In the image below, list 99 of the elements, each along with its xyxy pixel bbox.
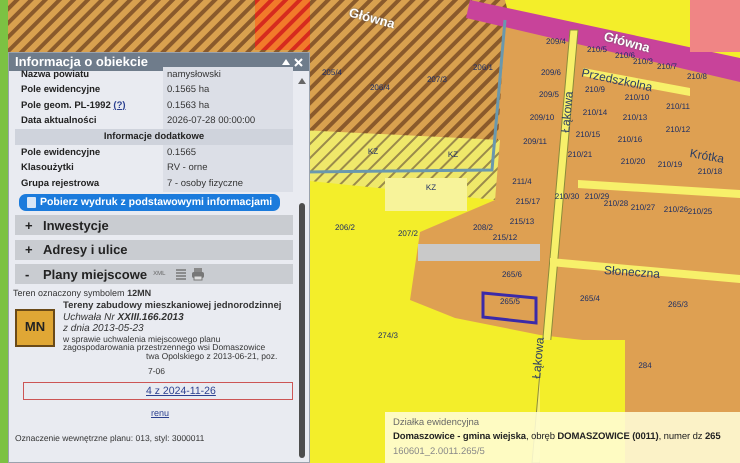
street-name: Główna [348,6,396,30]
parcel-number: 207/2 [398,230,418,238]
parcel-number: 210/26 [664,206,688,214]
date-fragment: 7-06 [147,367,166,377]
scroll-up-icon[interactable] [298,78,306,84]
street-name: Słoneczna [604,264,660,280]
field-label: Data aktualności [20,114,98,128]
collapse-icon[interactable] [282,59,290,65]
section-heading: Informacje dodatkowe [15,129,293,145]
field-value: 0.1563 ha [163,98,293,114]
panel-title: Informacja o obiekcie [15,53,148,70]
parcel-number: 210/28 [604,200,628,208]
parcel-number: 210/15 [576,131,600,139]
parcel-number: 215/13 [510,218,534,226]
expand-toggle-icon[interactable]: + [25,240,33,260]
parcel-number: 210/29 [584,193,610,201]
field-value: namysłowski [163,67,293,83]
parcel-number: 210/10 [624,94,650,102]
plan-area-symbol: Teren oznaczony symbolem 12MN [13,288,152,299]
parcel-number: 210/14 [582,109,608,117]
parcel-number: 205/4 [322,69,342,77]
zoning-symbol-badge: MN [15,308,55,347]
accordion-header[interactable]: + Adresy i ulice [15,240,293,260]
parcel-number: KZ [426,184,436,192]
field-label: Pole geom. PL-1992 (?) [20,98,127,113]
parcel-number: 215/17 [516,198,540,206]
parcel-number: 210/3 [632,58,654,66]
field-value: 7 - osoby fizyczne [163,176,293,192]
field-label: Klasoużytki [20,161,75,176]
scrollbar-thumb[interactable] [299,203,305,458]
parcel-number: 206/1 [472,64,494,72]
selected-parcel-outline [480,290,540,326]
parcel-number: 210/25 [688,208,712,216]
download-printout-button[interactable]: Pobierz wydruk z podstawowymi informacjami [19,194,280,211]
help-link[interactable]: (?) [113,100,126,111]
parcel-number: 207/3 [426,76,448,84]
parcel-number: 210/19 [658,161,682,169]
field-label: Nazwa powiatu [21,68,90,82]
field-label: Grupa rejestrowa [20,176,100,191]
parcel-number: 265/5 [500,298,520,306]
plan-internal-code: Oznaczenie wewnętrzne planu: 013, styl: 3000011 [15,434,206,444]
print-icon[interactable] [191,267,206,282]
parcel-number: 206/2 [334,224,356,232]
plan-link[interactable]: 4 z 2024-11-26 [146,384,216,397]
expand-toggle-icon[interactable]: + [25,216,33,235]
parcel-number: 210/8 [686,73,708,81]
parcel-number: 210/30 [554,193,580,201]
parcel-number: 210/12 [666,126,690,134]
parcel-number: 210/27 [630,204,656,212]
section-title: Adresy i ulice [43,241,128,259]
parcel-number: 211/4 [512,178,532,186]
parcel-number: 209/4 [546,38,566,46]
parcel-number: 210/21 [568,151,592,159]
street-name: Łąkowa [559,90,575,134]
parcel-number: 210/11 [666,103,690,111]
publication-fragment: twa Opolskiego z 2013-06-21, poz. [146,352,278,362]
parcel-number: 210/5 [586,46,608,54]
parcel-number: 210/20 [620,158,646,166]
street-name: Łąkowa [530,336,546,380]
parcel-number: 210/13 [622,114,648,122]
field-value: 0.1565 ha [163,82,293,98]
parcel-number: 265/4 [580,295,600,303]
field-label: Pole ewidencyjne [20,83,102,98]
parcel-number: KZ [368,148,378,156]
parcel-number: 215/12 [492,234,518,242]
plan-link[interactable]: renu [151,408,170,418]
resolution-date: z dnia 2013-05-23 [63,323,145,335]
parcel-info-caption: Działka ewidencyjna [393,416,480,430]
section-title: Inwestycje [43,216,109,235]
parcel-number: 209/10 [530,114,554,122]
document-icon [27,196,36,208]
expand-toggle-icon[interactable]: - [25,264,33,284]
parcel-number: 208/2 [472,224,494,232]
parcel-number: 265/6 [502,271,522,279]
accordion-header[interactable]: + Inwestycje [15,215,293,236]
list-icon[interactable] [175,268,188,281]
field-value: 0.1565 [163,144,293,161]
zoning-category: Tereny zabudowy mieszkaniowej jednorodzinnej [63,300,282,312]
parcel-number: 209/11 [523,138,547,146]
parcel-number: 210/16 [618,136,642,144]
field-value: RV - orne [163,160,293,176]
parcel-code: 160601_2.0011.265/5 [393,444,486,458]
parcel-number: 284 [638,362,652,370]
parcel-location: Domaszowice - gmina wiejska, obręb DOMASZOWICE (0011), numer dz 265 [393,431,721,442]
parcel-number: 209/6 [540,69,562,77]
parcel-number: 209/5 [538,91,560,99]
parcel-number: 210/6 [614,52,636,60]
parcel-number: 210/7 [656,63,678,71]
resolution-number: Uchwała Nr XXIII.166.2013 [63,312,185,324]
parcel-number: 206/4 [370,84,390,92]
parcel-number: 274/3 [378,332,398,340]
field-value: 2026-07-28 00:00:00 [163,114,293,130]
street-name: Krótka [688,147,726,165]
parcel-number: 265/3 [668,301,688,309]
close-icon[interactable] [294,58,303,66]
parcel-number: KZ [448,151,458,159]
parcel-number: 210/18 [698,168,722,176]
section-title: Plany miejscowe [43,266,148,284]
field-label: Pole ewidencyjne [20,146,102,160]
